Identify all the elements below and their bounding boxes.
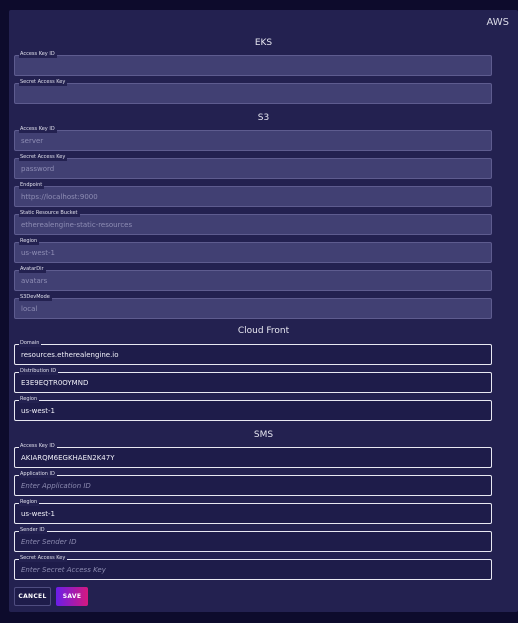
field-label: Access Key ID — [19, 126, 57, 133]
cloudfront-region-field[interactable]: Region us-west-1 — [14, 396, 492, 421]
field-value: server — [21, 137, 44, 145]
field-label: Access Key ID — [19, 51, 57, 58]
cloudfront-distribution-id-field[interactable]: Distribution ID E3E9EQTR0OYMND — [14, 368, 492, 393]
field-value: us-west-1 — [21, 407, 56, 415]
field-label: S3DevMode — [19, 294, 52, 301]
section-title-s3: S3 — [257, 113, 270, 123]
save-button[interactable]: SAVE — [56, 587, 88, 606]
sms-secret-access-key-field[interactable]: Secret Access Key Enter Secret Access Ke… — [14, 555, 492, 580]
field-value: password — [21, 165, 55, 173]
field-value: us-west-1 — [21, 510, 56, 518]
sms-region-field[interactable]: Region us-west-1 — [14, 499, 492, 524]
aws-settings-panel: AWS EKS Access Key ID Secret Access Key … — [9, 10, 518, 612]
s3-endpoint-field[interactable]: Endpoint https://localhost:9000 — [14, 182, 492, 207]
section-title-eks: EKS — [254, 38, 273, 48]
field-label: Static Resource Bucket — [19, 210, 80, 217]
eks-secret-access-key-field[interactable]: Secret Access Key — [14, 79, 492, 104]
field-value: resources.etherealengine.io — [21, 351, 119, 359]
field-label: Region — [19, 238, 40, 245]
field-label: AvatarDir — [19, 266, 46, 273]
field-label: Region — [19, 499, 40, 506]
s3-dev-mode-field[interactable]: S3DevMode local — [14, 294, 492, 319]
field-label: Secret Access Key — [19, 555, 68, 562]
field-label: Secret Access Key — [19, 154, 68, 161]
field-label: Region — [19, 396, 40, 403]
section-title-sms: SMS — [253, 430, 274, 440]
sms-access-key-id-field[interactable]: Access Key ID AKIARQM6EGKHAEN2K47Y — [14, 443, 492, 468]
cloudfront-domain-field[interactable]: Domain resources.etherealengine.io — [14, 340, 492, 365]
s3-static-resource-bucket-field[interactable]: Static Resource Bucket etherealengine-st… — [14, 210, 492, 235]
section-title-cloudfront: Cloud Front — [237, 326, 290, 336]
field-placeholder: Enter Secret Access Key — [21, 566, 106, 574]
field-placeholder: Enter Sender ID — [21, 538, 77, 546]
field-label: Access Key ID — [19, 443, 57, 450]
field-label: Sender ID — [19, 527, 47, 534]
s3-access-key-id-field[interactable]: Access Key ID server — [14, 126, 492, 151]
s3-secret-access-key-field[interactable]: Secret Access Key password — [14, 154, 492, 179]
field-label: Endpoint — [19, 182, 45, 189]
field-label: Distribution ID — [19, 368, 59, 375]
eks-access-key-id-field[interactable]: Access Key ID — [14, 51, 492, 76]
field-value: https://localhost:9000 — [21, 193, 98, 201]
field-label: Domain — [19, 340, 42, 347]
field-value: E3E9EQTR0OYMND — [21, 379, 89, 387]
sms-sender-id-field[interactable]: Sender ID Enter Sender ID — [14, 527, 492, 552]
field-value: etherealengine-static-resources — [21, 221, 133, 229]
panel-title: AWS — [486, 17, 509, 28]
field-value: avatars — [21, 277, 48, 285]
field-value: us-west-1 — [21, 249, 56, 257]
field-value: local — [21, 305, 38, 313]
field-placeholder: Enter Application ID — [21, 482, 91, 490]
field-label: Application ID — [19, 471, 57, 478]
field-label: Secret Access Key — [19, 79, 68, 86]
field-value: AKIARQM6EGKHAEN2K47Y — [21, 454, 115, 462]
cancel-button[interactable]: CANCEL — [14, 587, 51, 606]
sms-application-id-field[interactable]: Application ID Enter Application ID — [14, 471, 492, 496]
s3-region-field[interactable]: Region us-west-1 — [14, 238, 492, 263]
s3-avatar-dir-field[interactable]: AvatarDir avatars — [14, 266, 492, 291]
